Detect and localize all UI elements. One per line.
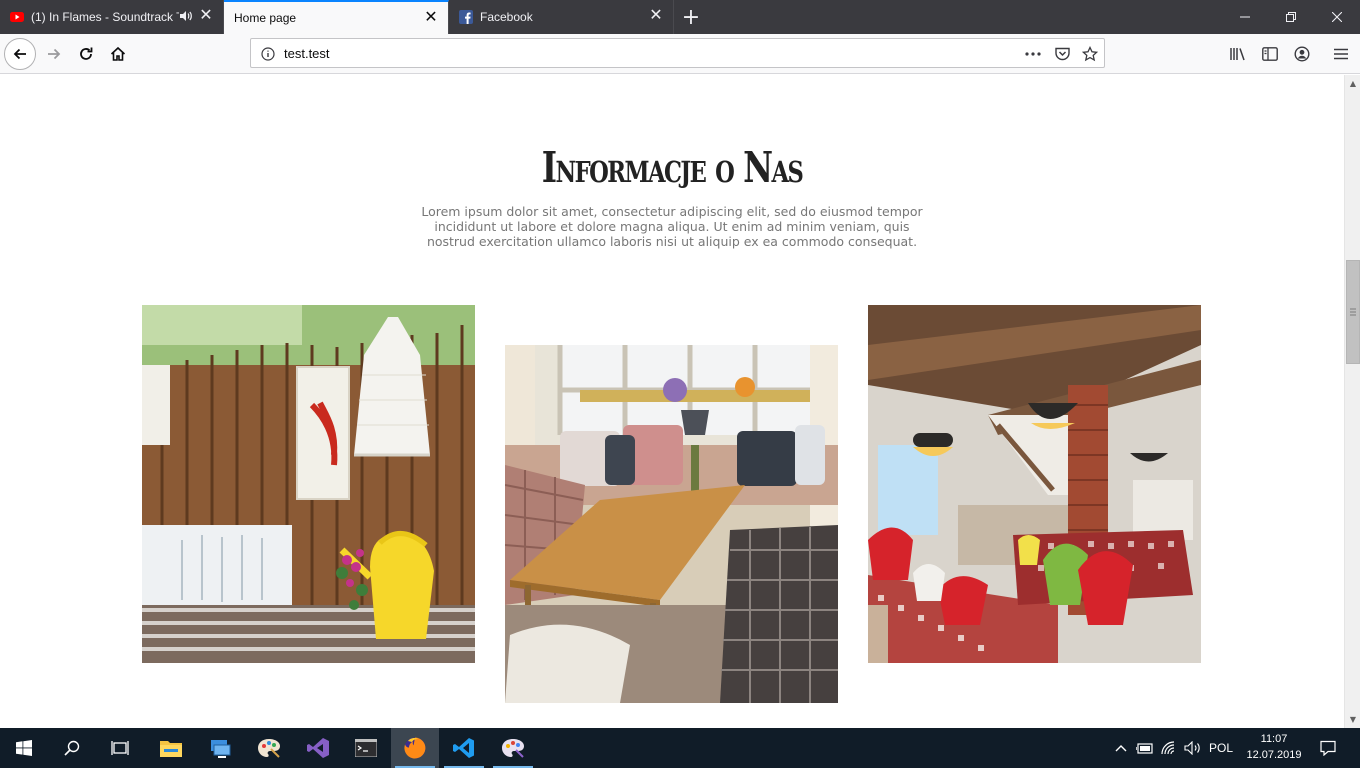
taskbar-visual-studio[interactable] [294,728,342,768]
navigation-toolbar: test.test [0,34,1360,74]
info-icon[interactable] [259,45,277,63]
folder-icon [160,741,182,757]
scroll-up-arrow-icon[interactable]: ▲ [1345,75,1360,91]
reload-icon [80,47,93,60]
taskbar-paint-3d[interactable] [489,728,537,768]
restore-window-button[interactable] [1268,0,1314,34]
library-button[interactable] [1222,38,1254,70]
clock-time: 11:07 [1260,733,1288,745]
vs-code-icon [453,738,474,758]
speaker-icon[interactable] [179,9,193,23]
tab-facebook[interactable]: Facebook ✕ [449,0,674,34]
back-button[interactable] [4,38,36,70]
battery-button[interactable] [1134,728,1156,768]
sidebar-button[interactable] [1254,38,1286,70]
cafe-interior-photo [868,305,1201,663]
window-seating-photo [505,345,838,703]
account-button[interactable] [1286,38,1318,70]
speaker-icon [1184,741,1200,755]
taskbar-file-explorer[interactable] [147,728,195,768]
task-view-button[interactable] [96,728,144,768]
windows-taskbar: POL 11:07 12.07.2019 [0,728,1360,768]
visual-studio-icon [307,738,329,758]
minimize-window-button[interactable] [1222,0,1268,34]
tab-title: (1) In Flames - Soundtrack T [31,10,179,24]
scroll-down-arrow-icon[interactable]: ▼ [1345,711,1360,727]
taskbar-vs-code[interactable] [440,728,488,768]
taskbar-paint[interactable] [245,728,293,768]
action-center-button[interactable] [1312,728,1344,768]
tab-title: Facebook [480,10,533,24]
tab-youtube[interactable]: (1) In Flames - Soundtrack T ✕ [0,0,224,34]
account-icon [1294,46,1310,62]
clock[interactable]: 11:07 12.07.2019 [1240,731,1308,763]
paint-palette-icon [258,739,280,758]
page-viewport: Informacje o Nas Lorem ipsum dolor sit a… [0,75,1344,728]
network-button[interactable] [1158,728,1182,768]
new-tab-button[interactable]: + [674,0,708,34]
battery-icon [1136,743,1153,754]
windows-logo-icon [16,740,32,756]
terminal-icon [355,739,377,757]
close-tab-icon[interactable]: ✕ [424,10,438,26]
clock-date: 12.07.2019 [1246,749,1302,761]
taskbar-firefox[interactable] [391,728,439,768]
tab-strip: (1) In Flames - Soundtrack T ✕ Home page… [0,0,1360,34]
close-window-button[interactable] [1314,0,1360,34]
show-hidden-icons-button[interactable] [1110,728,1132,768]
menu-button[interactable] [1325,38,1357,70]
youtube-icon [10,10,24,24]
forward-arrow-icon [48,48,61,60]
forward-button[interactable] [38,38,70,70]
home-button[interactable] [102,38,134,70]
close-tab-icon[interactable]: ✕ [199,8,213,24]
tab-home-page[interactable]: Home page ✕ [224,0,449,34]
taskbar-command-prompt[interactable] [342,728,390,768]
search-button[interactable] [48,728,96,768]
taskbar-remote-desktop[interactable] [196,728,244,768]
home-icon [110,46,126,61]
url-text[interactable]: test.test [284,46,330,61]
outdoor-terrace-photo [142,305,475,663]
scrollbar-thumb[interactable] [1346,260,1360,364]
sidebar-icon [1262,47,1278,61]
url-bar[interactable]: test.test [250,38,1105,68]
library-icon [1230,48,1245,61]
close-tab-icon[interactable]: ✕ [649,8,663,24]
page-heading: Informacje o Nas [541,143,804,192]
remote-desktop-icon [211,740,231,758]
bookmark-star-icon[interactable] [1081,45,1099,63]
page-actions-icon[interactable] [1024,45,1042,63]
start-button[interactable] [0,728,48,768]
hamburger-menu-icon [1334,48,1348,60]
volume-button[interactable] [1182,728,1204,768]
back-arrow-icon [13,48,26,60]
search-icon [64,740,80,756]
notification-icon [1320,740,1336,756]
wifi-icon [1161,741,1175,755]
input-language[interactable]: POL [1206,728,1236,768]
intro-paragraph: Lorem ipsum dolor sit amet, consectetur … [421,204,923,249]
tab-title: Home page [234,11,297,25]
paint-3d-icon [502,739,524,758]
firefox-icon [404,737,426,759]
vertical-scrollbar[interactable]: ▲ ▼ [1344,75,1360,728]
facebook-icon [459,10,473,24]
pocket-icon[interactable] [1053,45,1071,63]
chevron-up-icon [1115,745,1127,752]
task-view-icon [111,741,129,755]
reload-button[interactable] [70,38,102,70]
